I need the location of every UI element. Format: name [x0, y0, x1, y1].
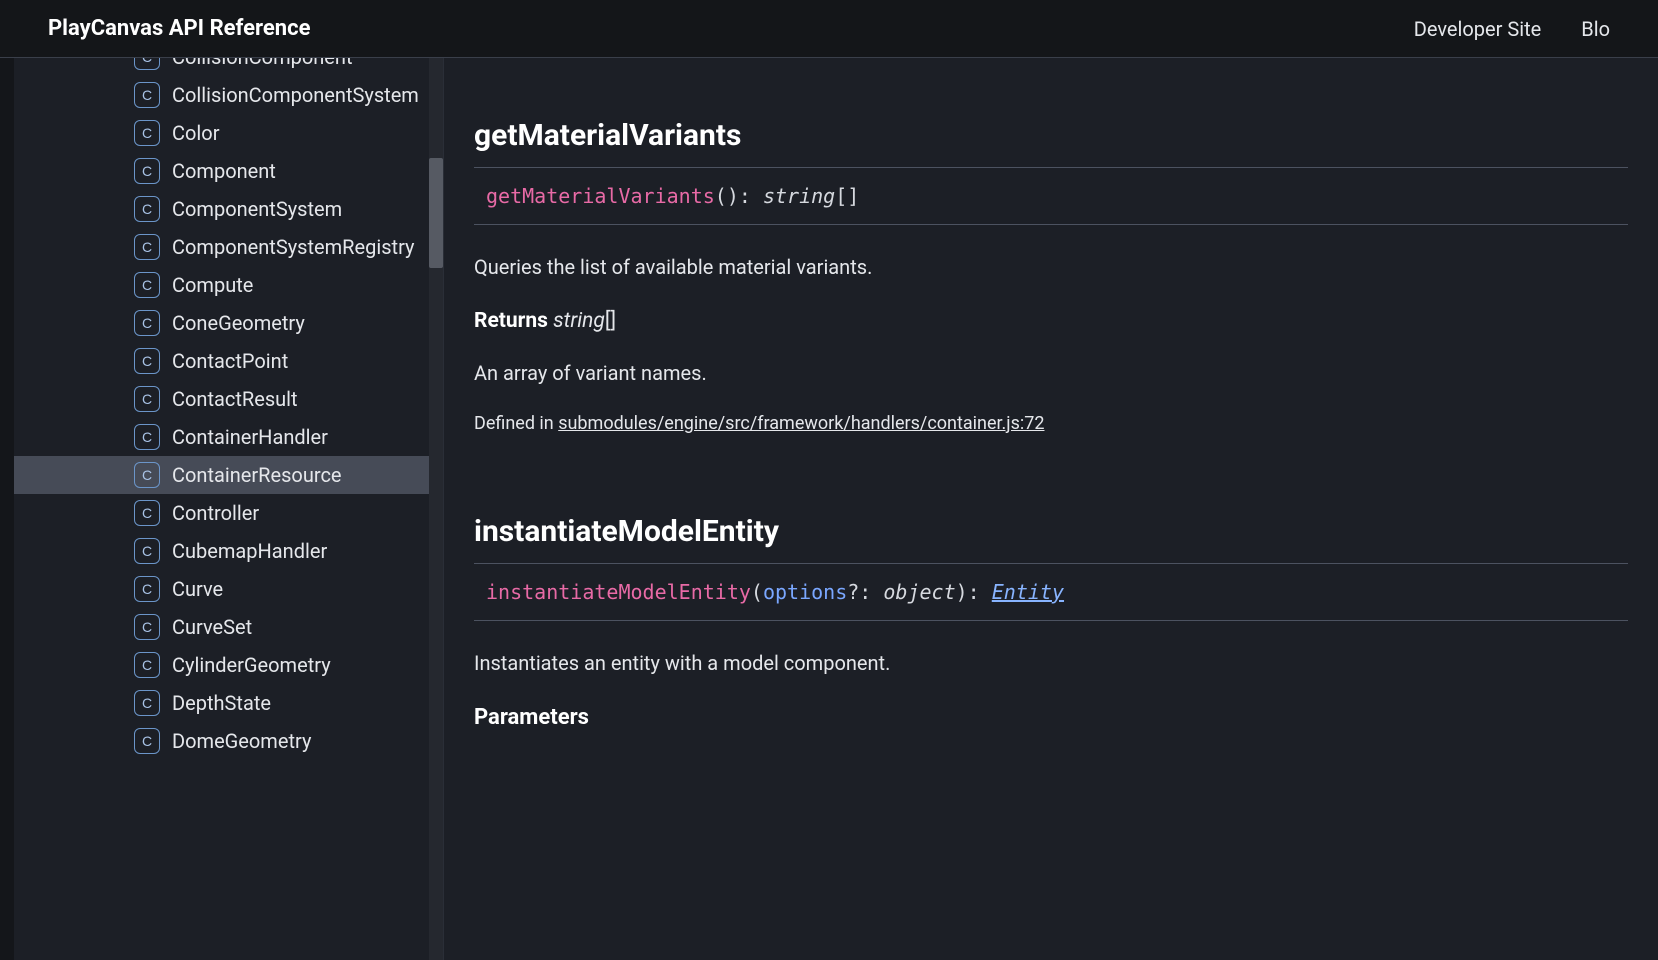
sidebar-item-label: CubemapHandler [172, 539, 327, 563]
class-icon: C [134, 500, 160, 526]
sidebar-item-label: ContainerHandler [172, 425, 328, 449]
sidebar-item-CollisionComponent[interactable]: C CollisionComponent [14, 58, 443, 76]
sidebar-item-label: Curve [172, 577, 223, 601]
sidebar-item-label: ContactPoint [172, 349, 288, 373]
method-title: getMaterialVariants [474, 118, 1628, 168]
sig-optional: ?: [847, 580, 883, 604]
sig-param-name: options [763, 580, 847, 604]
class-icon: C [134, 120, 160, 146]
parameters-heading: Parameters [474, 705, 1628, 730]
method-description: Instantiates an entity with a model comp… [474, 651, 1628, 675]
header-link-blog[interactable]: Blo [1581, 17, 1610, 41]
method-title: instantiateModelEntity [474, 514, 1628, 564]
sidebar-item-ConeGeometry[interactable]: C ConeGeometry [14, 304, 443, 342]
sidebar-item-label: ContainerResource [172, 463, 342, 487]
sidebar-item-label: Controller [172, 501, 259, 525]
method-signature: instantiateModelEntity(options?: object)… [474, 564, 1628, 621]
sig-return-type: string [763, 184, 835, 208]
sig-parens: () [715, 184, 739, 208]
returns-type-suffix: [] [605, 309, 616, 333]
returns-line: Returns string[] [474, 309, 1628, 333]
sidebar-item-DomeGeometry[interactable]: C DomeGeometry [14, 722, 443, 760]
defined-in-prefix: Defined in [474, 413, 558, 434]
left-gutter [0, 58, 14, 960]
sidebar-item-label: Component [172, 159, 276, 183]
returns-type-name: string [553, 309, 605, 333]
sidebar-item-ContactResult[interactable]: C ContactResult [14, 380, 443, 418]
class-icon: C [134, 348, 160, 374]
sidebar-item-ComponentSystemRegistry[interactable]: C ComponentSystemRegistry [14, 228, 443, 266]
sig-open-paren: ( [751, 580, 763, 604]
sidebar-item-Curve[interactable]: C Curve [14, 570, 443, 608]
class-icon: C [134, 310, 160, 336]
sidebar-item-CollisionComponentSystem[interactable]: C CollisionComponentSystem [14, 76, 443, 114]
class-icon: C [134, 386, 160, 412]
sidebar-item-ContainerHandler[interactable]: C ContainerHandler [14, 418, 443, 456]
class-icon: C [134, 424, 160, 450]
sig-fn-name: getMaterialVariants [486, 184, 715, 208]
main-content: getMaterialVariants getMaterialVariants(… [444, 58, 1658, 960]
sidebar-item-CylinderGeometry[interactable]: C CylinderGeometry [14, 646, 443, 684]
class-icon: C [134, 82, 160, 108]
class-icon: C [134, 652, 160, 678]
sidebar-item-CurveSet[interactable]: C CurveSet [14, 608, 443, 646]
sig-return-link[interactable]: Entity [992, 580, 1064, 604]
sidebar-item-CubemapHandler[interactable]: C CubemapHandler [14, 532, 443, 570]
sidebar-list: C CollisionComponent C CollisionComponentSy… [14, 58, 443, 760]
method-signature: getMaterialVariants(): string[] [474, 168, 1628, 225]
class-icon: C [134, 234, 160, 260]
sig-close-paren: ) [956, 580, 968, 604]
site-title: PlayCanvas API Reference [48, 16, 310, 41]
class-icon: C [134, 614, 160, 640]
sidebar-item-label: ContactResult [172, 387, 298, 411]
sidebar-item-label: DomeGeometry [172, 729, 311, 753]
sidebar-item-label: DepthState [172, 691, 271, 715]
class-icon: C [134, 158, 160, 184]
class-icon: C [134, 462, 160, 488]
header-links: Developer Site Blo [1414, 17, 1610, 41]
defined-in-link[interactable]: submodules/engine/src/framework/handlers… [558, 413, 1044, 434]
class-icon: C [134, 576, 160, 602]
class-icon: C [134, 538, 160, 564]
class-icon: C [134, 728, 160, 754]
sidebar-item-label: CollisionComponentSystem [172, 83, 419, 107]
sidebar-scrollbar-thumb[interactable] [429, 158, 443, 268]
sidebar-item-label: Color [172, 121, 219, 145]
class-icon: C [134, 196, 160, 222]
method-section-instantiateModelEntity: instantiateModelEntity instantiateModelE… [474, 514, 1628, 730]
sidebar-item-ComponentSystem[interactable]: C ComponentSystem [14, 190, 443, 228]
sidebar-item-label: ConeGeometry [172, 311, 305, 335]
defined-in: Defined in submodules/engine/src/framewo… [474, 413, 1628, 434]
sidebar-item-label: Compute [172, 273, 253, 297]
class-icon: C [134, 690, 160, 716]
sidebar-item-label: ComponentSystemRegistry [172, 235, 415, 259]
page-header: PlayCanvas API Reference Developer Site … [0, 0, 1658, 58]
method-section-getMaterialVariants: getMaterialVariants getMaterialVariants(… [474, 118, 1628, 434]
sidebar-item-ContactPoint[interactable]: C ContactPoint [14, 342, 443, 380]
returns-description: An array of variant names. [474, 361, 1628, 385]
sidebar-item-label: CurveSet [172, 615, 252, 639]
sig-return-suffix: [] [835, 184, 859, 208]
sidebar-item-label: CollisionComponent [172, 58, 353, 69]
sig-colon: : [968, 580, 992, 604]
sidebar-item-Component[interactable]: C Component [14, 152, 443, 190]
sig-param-type: object [883, 580, 955, 604]
returns-type: string [553, 309, 605, 333]
header-link-developer-site[interactable]: Developer Site [1414, 17, 1542, 41]
sig-fn-name: instantiateModelEntity [486, 580, 751, 604]
returns-label: Returns [474, 309, 548, 333]
sidebar: C CollisionComponent C CollisionComponentSy… [14, 58, 444, 960]
class-icon: C [134, 58, 160, 70]
sidebar-item-Compute[interactable]: C Compute [14, 266, 443, 304]
sidebar-item-Color[interactable]: C Color [14, 114, 443, 152]
sidebar-scrollbar[interactable] [429, 58, 443, 960]
sidebar-item-label: ComponentSystem [172, 197, 342, 221]
sidebar-item-ContainerResource[interactable]: C ContainerResource [14, 456, 443, 494]
sidebar-item-Controller[interactable]: C Controller [14, 494, 443, 532]
class-icon: C [134, 272, 160, 298]
method-description: Queries the list of available material v… [474, 255, 1628, 279]
sig-colon: : [739, 184, 763, 208]
sidebar-item-label: CylinderGeometry [172, 653, 331, 677]
sidebar-item-DepthState[interactable]: C DepthState [14, 684, 443, 722]
